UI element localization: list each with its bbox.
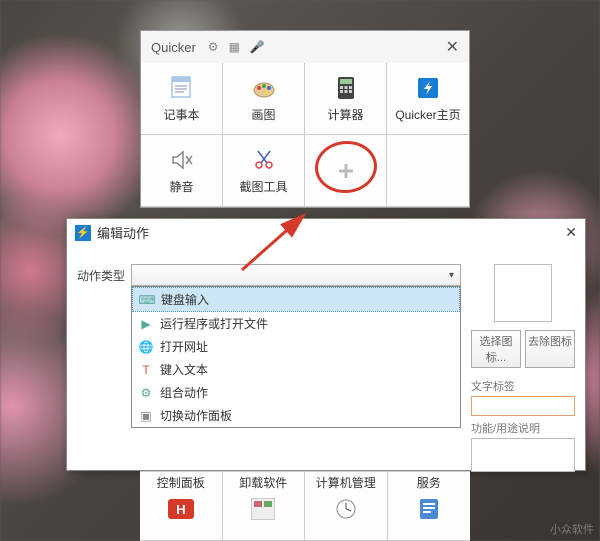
action-type-dropdown: ⌨ 键盘输入 ▶ 运行程序或打开文件 🌐 打开网址 T bbox=[131, 286, 461, 428]
cell-paint[interactable]: 画图 bbox=[223, 63, 305, 135]
chevron-down-icon: ▾ bbox=[449, 270, 454, 281]
lightning-icon: ⚡ bbox=[75, 225, 91, 241]
cell-add[interactable] bbox=[305, 135, 387, 207]
quicker-titlebar: Quicker ⚙ ▦ 🎤 ✕ bbox=[141, 31, 469, 63]
cell-computermgmt[interactable]: 计算机管理 bbox=[305, 471, 388, 541]
text-label-label: 文字标签 bbox=[471, 378, 575, 394]
cell-label: 服务 bbox=[417, 474, 441, 491]
lightning-icon bbox=[414, 74, 442, 102]
cell-controlpanel[interactable]: 控制面板 H bbox=[140, 471, 223, 541]
close-icon[interactable]: ✕ bbox=[446, 37, 459, 57]
cell-label: 记事本 bbox=[163, 106, 199, 123]
dialog-title: 编辑动作 bbox=[97, 223, 149, 242]
dropdown-item-label: 打开网址 bbox=[160, 338, 208, 355]
cell-label: 卸载软件 bbox=[239, 474, 287, 491]
red-h-icon: H bbox=[167, 495, 195, 523]
cell-notepad[interactable]: 记事本 bbox=[141, 63, 223, 135]
dropdown-item-label: 切换动作面板 bbox=[160, 407, 232, 424]
cell-label: 计算器 bbox=[327, 106, 363, 123]
cell-calculator[interactable]: 计算器 bbox=[305, 63, 387, 135]
cell-services[interactable]: 服务 bbox=[388, 471, 471, 541]
quicker-title: Quicker bbox=[151, 40, 196, 55]
dropdown-item-combo[interactable]: ⚙ 组合动作 bbox=[132, 381, 460, 404]
action-grid: 记事本 画图 计算器 Quicker主页 静音 bbox=[141, 63, 469, 207]
cell-label: 计算机管理 bbox=[316, 474, 376, 491]
dropdown-item-label: 组合动作 bbox=[160, 384, 208, 401]
watermark: 小众软件 bbox=[550, 521, 594, 537]
dropdown-item-url[interactable]: 🌐 打开网址 bbox=[132, 335, 460, 358]
bottom-grid: 控制面板 H 卸载软件 计算机管理 服务 bbox=[140, 471, 470, 541]
text-label-input[interactable] bbox=[471, 396, 575, 416]
combo-icon: ⚙ bbox=[138, 385, 154, 401]
close-icon[interactable]: ✕ bbox=[565, 224, 577, 241]
keyboard-icon: ⌨ bbox=[139, 292, 155, 308]
dropdown-item-keyboard[interactable]: ⌨ 键盘输入 bbox=[132, 287, 460, 312]
calculator-icon bbox=[332, 74, 360, 102]
action-type-combo[interactable]: ▾ bbox=[131, 264, 461, 286]
description-input[interactable] bbox=[471, 438, 575, 472]
cell-label: 截图工具 bbox=[239, 178, 287, 195]
quicker-panel: Quicker ⚙ ▦ 🎤 ✕ 记事本 画图 计算器 bbox=[140, 30, 470, 208]
dialog-titlebar: ⚡ 编辑动作 ✕ bbox=[67, 219, 585, 246]
cell-snip[interactable]: 截图工具 bbox=[223, 135, 305, 207]
svg-text:H: H bbox=[176, 502, 185, 517]
dropdown-item-label: 运行程序或打开文件 bbox=[160, 315, 268, 332]
dropdown-item-run[interactable]: ▶ 运行程序或打开文件 bbox=[132, 312, 460, 335]
cell-uninstall[interactable]: 卸载软件 bbox=[223, 471, 306, 541]
cell-mute[interactable]: 静音 bbox=[141, 135, 223, 207]
description-label: 功能/用途说明 bbox=[471, 420, 575, 436]
cell-label: 控制面板 bbox=[157, 474, 205, 491]
text-icon: T bbox=[138, 362, 154, 378]
remove-icon-button[interactable]: 去除图标 bbox=[525, 330, 575, 368]
mic-icon[interactable]: 🎤 bbox=[250, 40, 265, 54]
cell-label: Quicker主页 bbox=[395, 106, 460, 123]
cell-empty[interactable] bbox=[387, 135, 469, 207]
dropdown-item-switch[interactable]: ▣ 切换动作面板 bbox=[132, 404, 460, 427]
edit-action-dialog: ⚡ 编辑动作 ✕ 动作类型 ▾ ⌨ 键盘输入 bbox=[66, 218, 586, 471]
mute-icon bbox=[168, 146, 196, 174]
globe-icon: 🌐 bbox=[138, 339, 154, 355]
cell-label: 画图 bbox=[251, 106, 275, 123]
doc-icon bbox=[415, 495, 443, 523]
select-icon-button[interactable]: 选择图标... bbox=[471, 330, 521, 368]
scissors-icon bbox=[250, 146, 278, 174]
panel-icon: ▣ bbox=[138, 408, 154, 424]
dropdown-item-label: 键入文本 bbox=[160, 361, 208, 378]
action-type-label: 动作类型 bbox=[77, 264, 125, 284]
icon-preview bbox=[494, 264, 552, 322]
cell-label: 静音 bbox=[169, 178, 193, 195]
cell-quickerhome[interactable]: Quicker主页 bbox=[387, 63, 469, 135]
grid-icon[interactable]: ▦ bbox=[229, 40, 240, 54]
dropdown-item-type[interactable]: T 键入文本 bbox=[132, 358, 460, 381]
app-icon bbox=[249, 495, 277, 523]
run-icon: ▶ bbox=[138, 316, 154, 332]
paint-icon bbox=[250, 74, 278, 102]
notepad-icon bbox=[168, 74, 196, 102]
dropdown-item-label: 键盘输入 bbox=[161, 291, 209, 308]
plus-icon bbox=[332, 157, 360, 185]
clock-icon bbox=[332, 495, 360, 523]
gear-icon[interactable]: ⚙ bbox=[208, 40, 219, 54]
